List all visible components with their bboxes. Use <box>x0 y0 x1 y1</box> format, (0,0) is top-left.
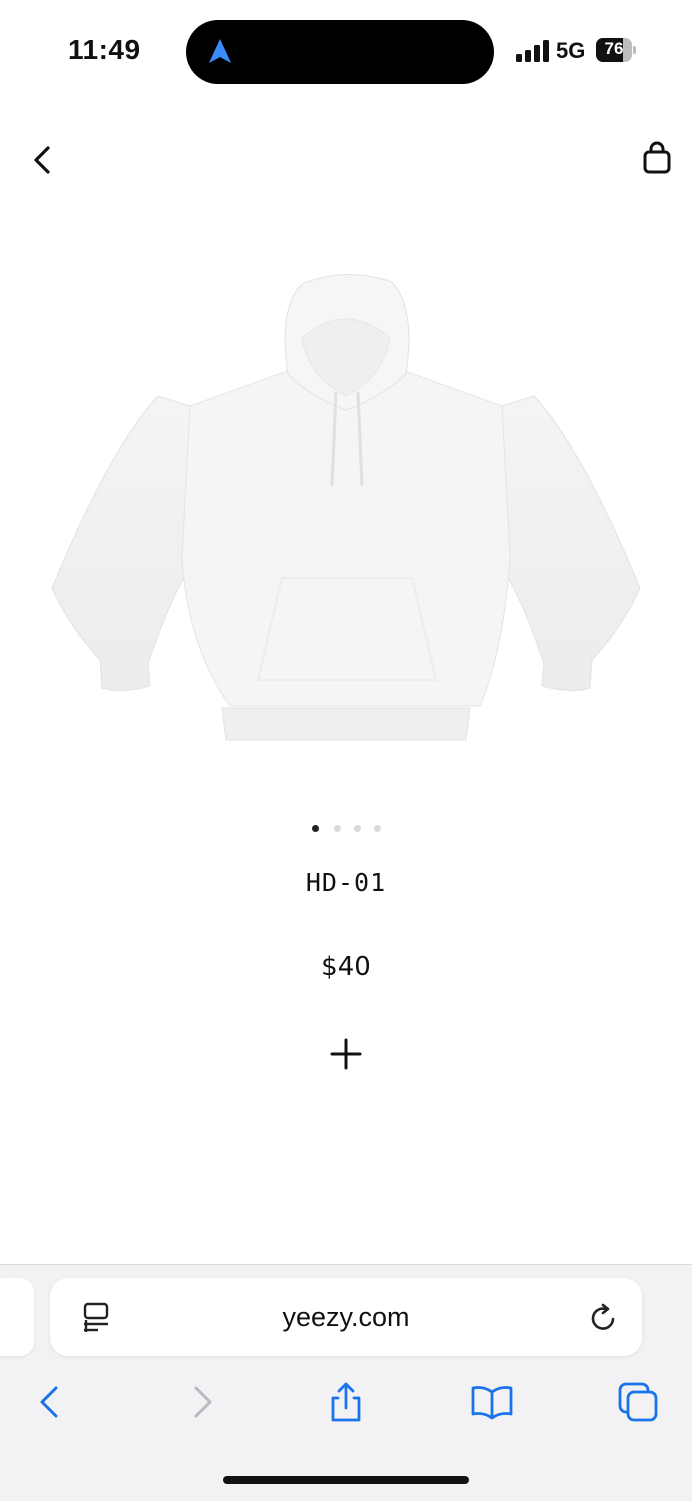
carousel-indicator[interactable] <box>306 823 388 835</box>
back-icon <box>40 1386 58 1418</box>
url-text[interactable]: yeezy.com <box>50 1302 642 1333</box>
back-button[interactable] <box>28 142 56 178</box>
shopping-bag-icon <box>643 141 671 174</box>
battery-level: 76 <box>604 39 624 58</box>
battery-icon: 76 <box>596 38 638 62</box>
product-image[interactable] <box>40 268 652 748</box>
tabs-button[interactable] <box>616 1380 660 1424</box>
bookmarks-button[interactable] <box>470 1380 514 1424</box>
carousel-dot[interactable] <box>312 825 319 832</box>
network-type: 5G <box>556 38 586 63</box>
dynamic-island <box>186 20 494 84</box>
browser-forward-button[interactable] <box>180 1380 224 1424</box>
browser-back-button[interactable] <box>28 1380 72 1424</box>
product-price: $40 <box>321 952 371 982</box>
bag-button[interactable] <box>640 140 674 176</box>
navigation-arrow-icon <box>208 38 232 69</box>
chevron-left-icon <box>34 146 50 174</box>
add-to-bag-button[interactable] <box>326 1034 366 1074</box>
plus-icon <box>330 1038 362 1070</box>
carousel-dot[interactable] <box>354 825 361 832</box>
share-button[interactable] <box>324 1380 368 1424</box>
carousel-dot[interactable] <box>374 825 381 832</box>
product-name: HD-01 <box>305 868 387 897</box>
share-icon <box>331 1382 361 1422</box>
cellular-signal-icon <box>516 40 549 62</box>
carousel-dot[interactable] <box>334 825 341 832</box>
bookmarks-icon <box>471 1386 513 1420</box>
forward-icon <box>194 1386 212 1418</box>
reload-icon[interactable] <box>588 1302 620 1334</box>
tabs-icon <box>618 1382 658 1422</box>
home-indicator[interactable] <box>223 1476 469 1484</box>
status-time: 11:49 <box>68 34 141 65</box>
previous-tab-preview[interactable] <box>0 1278 34 1356</box>
